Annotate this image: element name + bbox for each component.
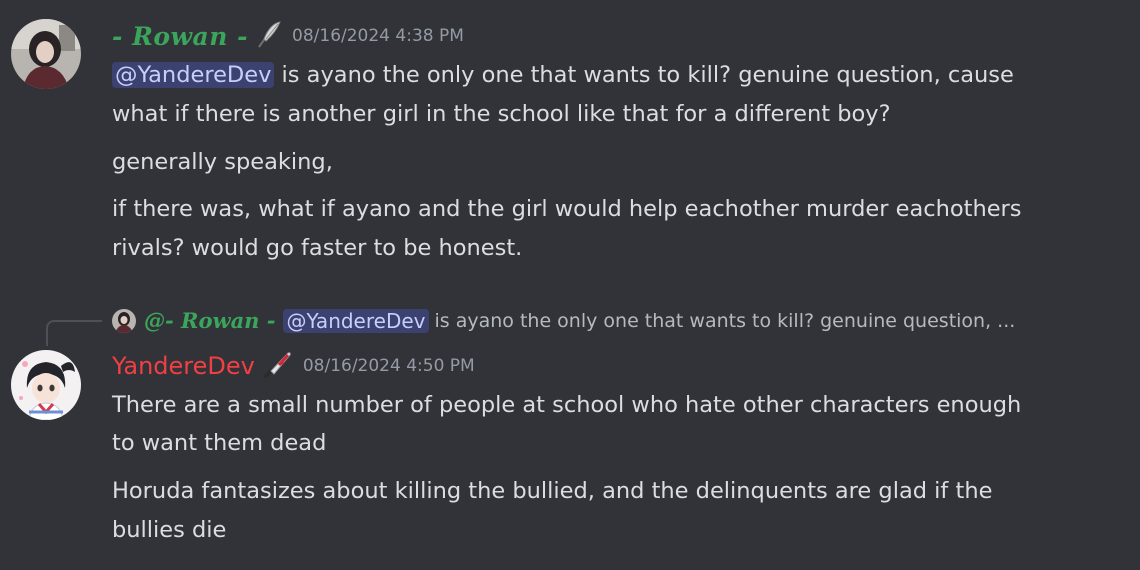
message-header: YandereDev 08/16/2024 4:50 PM	[112, 348, 475, 384]
message-line: @YandereDev is ayano the only one that w…	[112, 56, 1014, 95]
reply-author[interactable]: @- Rowan -	[144, 308, 275, 333]
user-mention[interactable]: @YandereDev	[283, 308, 429, 333]
author-name[interactable]: - Rowan -	[112, 22, 248, 51]
author-name[interactable]: YandereDev	[112, 352, 255, 380]
timestamp: 08/16/2024 4:38 PM	[292, 26, 464, 46]
message-header: - Rowan - 08/16/2024 4:38 PM	[112, 18, 464, 54]
message-line: to want them dead	[112, 430, 327, 456]
message-line: if there was, what if ayano and the girl…	[112, 196, 1022, 222]
message-line: Horuda fantasizes about killing the bull…	[112, 478, 993, 504]
message-line: bullies die	[112, 517, 227, 543]
message-text: is ayano the only one that wants to kill…	[274, 62, 1014, 88]
message-line: There are a small number of people at sc…	[112, 392, 1022, 418]
timestamp: 08/16/2024 4:50 PM	[302, 356, 475, 376]
message-line: what if there is another girl in the sch…	[112, 101, 891, 127]
reply-preview[interactable]: @- Rowan - @YandereDev is ayano the only…	[112, 308, 1015, 333]
bloody-knife-icon	[263, 349, 293, 383]
user-mention[interactable]: @YandereDev	[112, 62, 275, 88]
avatar[interactable]	[11, 19, 81, 89]
avatar[interactable]	[11, 350, 81, 420]
message-line: rivals? would go faster to be honest.	[112, 235, 523, 261]
reply-snippet: is ayano the only one that wants to kill…	[434, 309, 1016, 332]
reply-avatar	[112, 308, 136, 333]
reply-spine	[46, 320, 102, 346]
quill-feather-icon	[256, 20, 282, 52]
message-line: generally speaking,	[112, 149, 333, 175]
